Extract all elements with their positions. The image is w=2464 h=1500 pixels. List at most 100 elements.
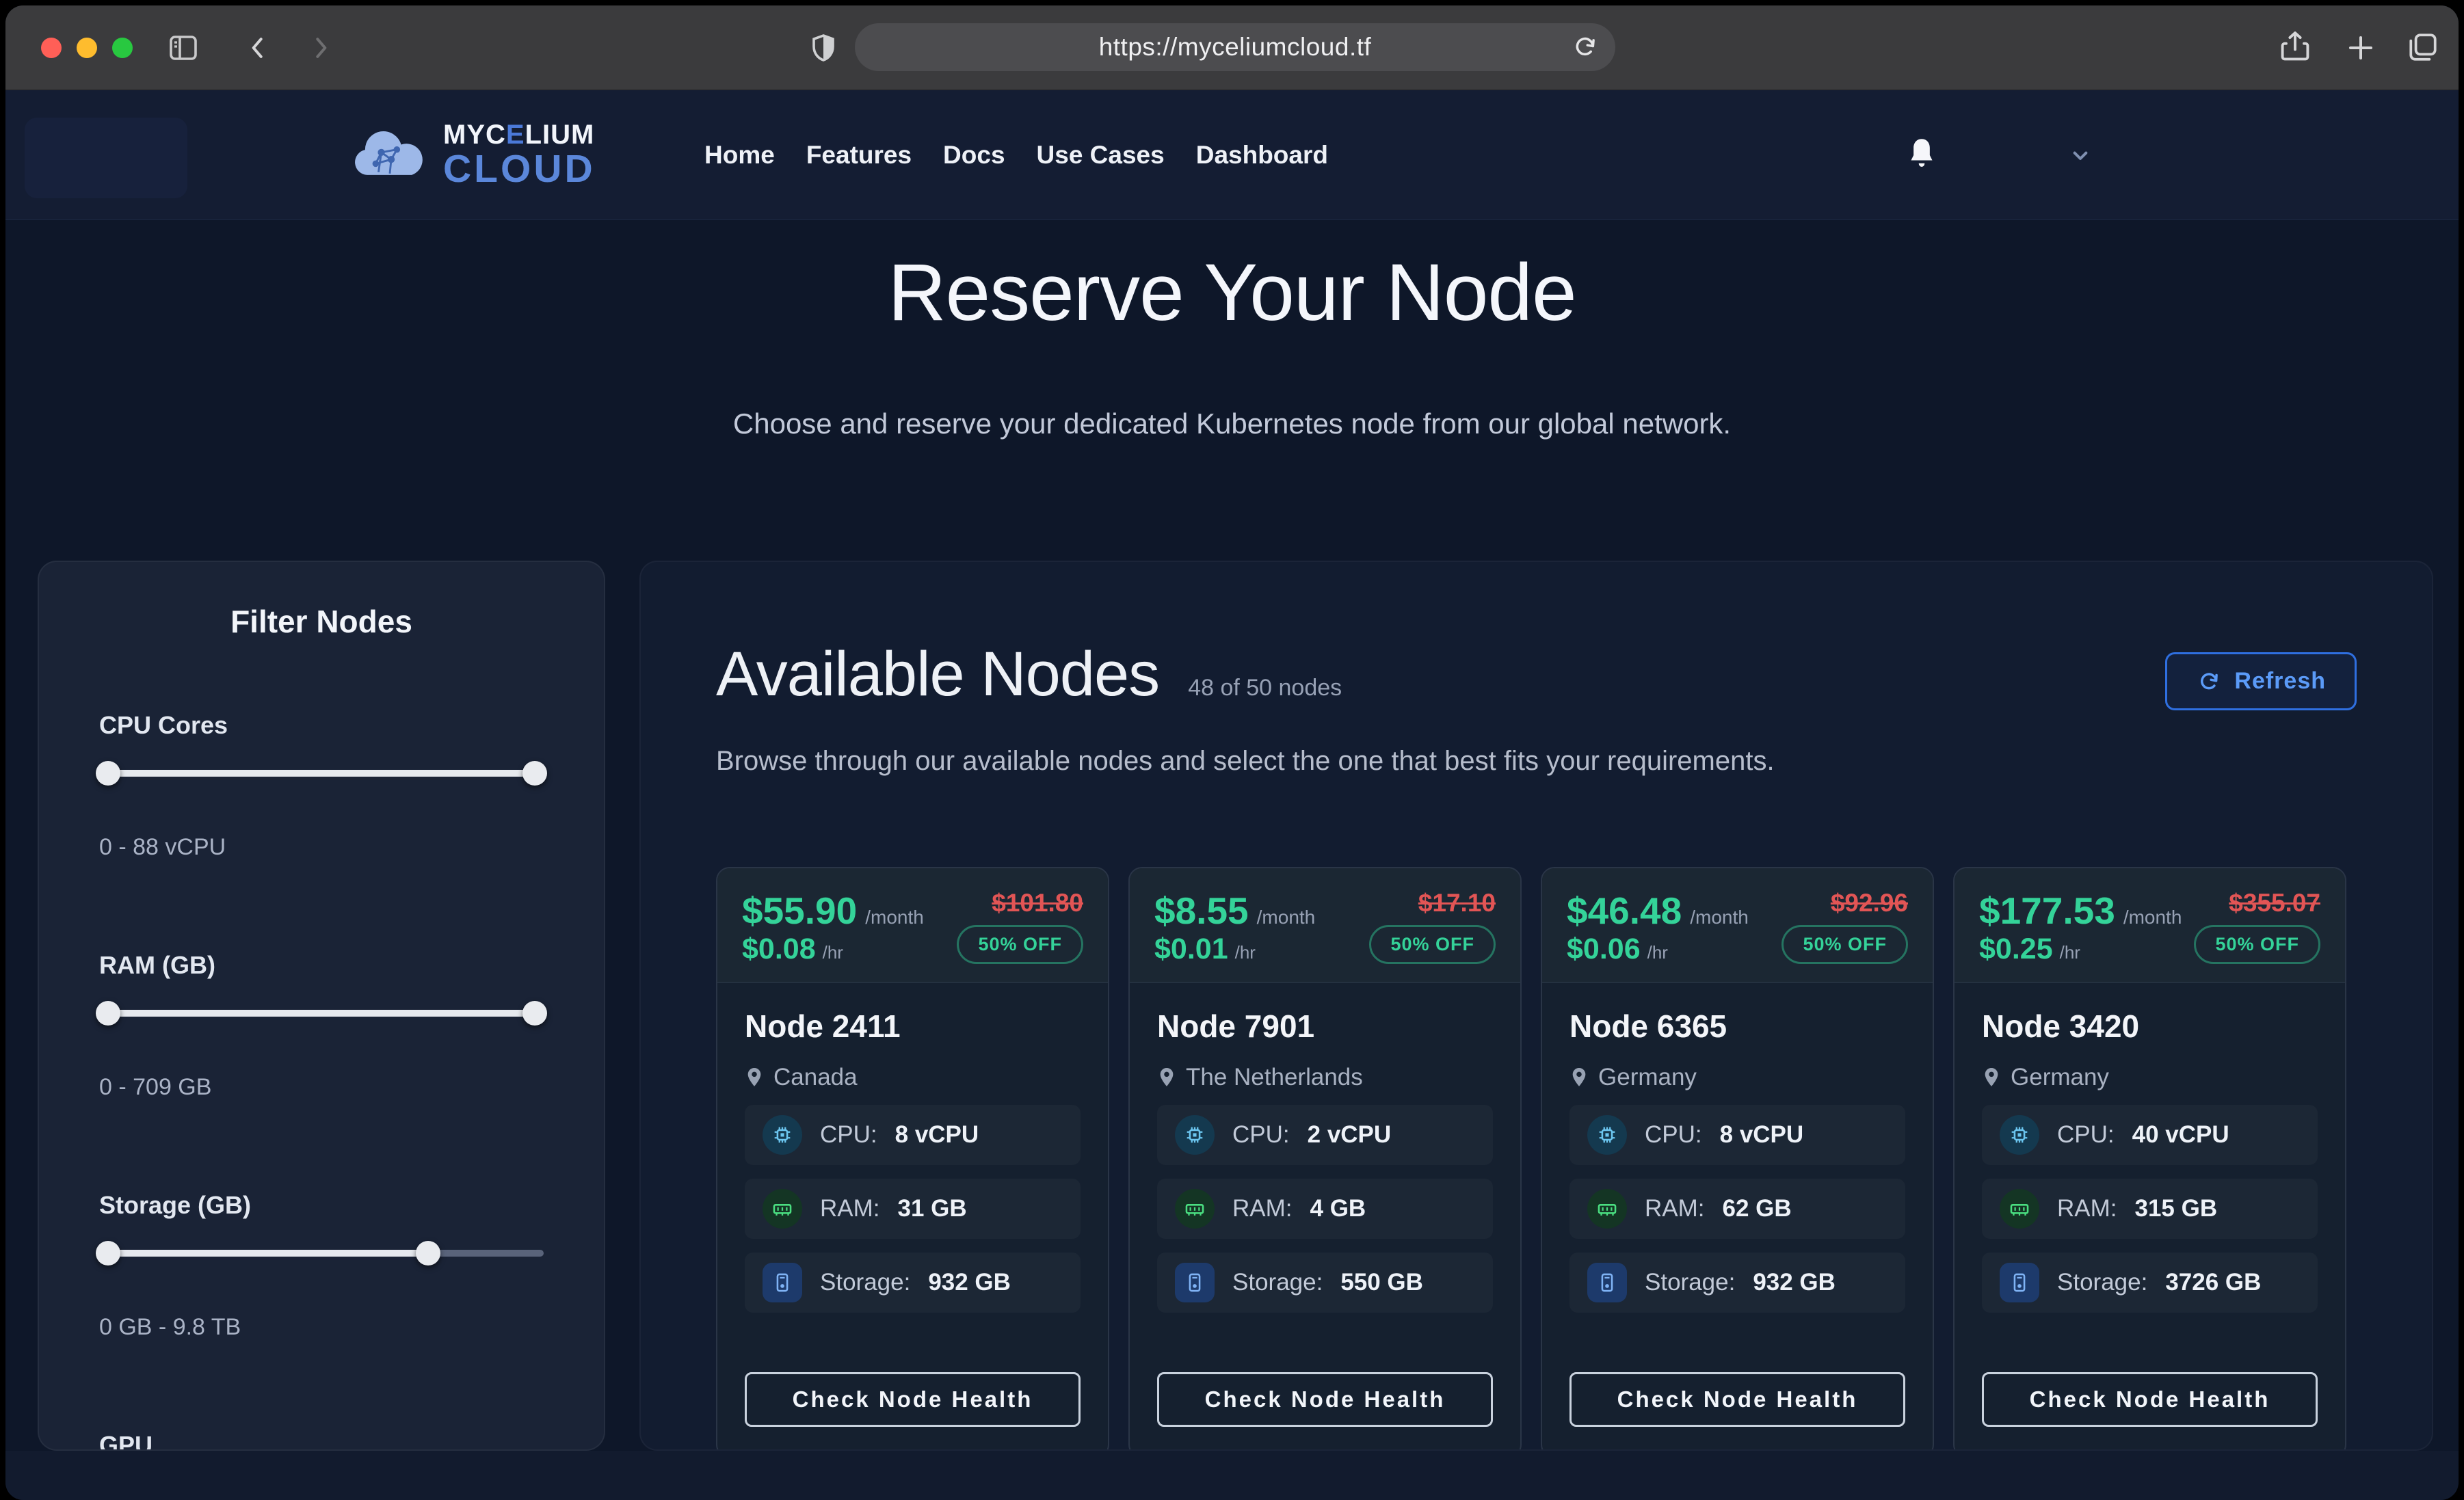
cpu-slider-max-handle[interactable] xyxy=(522,761,547,786)
page-bottom-strip xyxy=(5,1451,2459,1500)
available-nodes-title: Available Nodes xyxy=(716,639,1159,710)
ram-spec-row: RAM: 4 GB xyxy=(1157,1179,1493,1239)
share-icon[interactable] xyxy=(2277,29,2313,64)
back-button-icon[interactable] xyxy=(243,33,274,63)
close-window-button[interactable] xyxy=(41,38,62,58)
ram-spec-row: RAM: 31 GB xyxy=(745,1179,1081,1239)
discount-badge: 50% OFF xyxy=(2194,925,2320,964)
ram-value: 315 GB xyxy=(2135,1195,2218,1222)
cpu-icon xyxy=(1587,1115,1627,1155)
new-tab-icon[interactable] xyxy=(2344,31,2377,64)
slider-active-track xyxy=(99,1010,544,1017)
account-dropdown-chevron-icon[interactable] xyxy=(2067,142,2094,169)
check-node-health-button[interactable]: Check Node Health xyxy=(1569,1372,1905,1427)
gpu-label: GPU xyxy=(99,1431,544,1451)
ram-slider[interactable] xyxy=(99,1000,544,1026)
storage-icon xyxy=(1587,1263,1627,1302)
card-pricing-header: $8.55/month $0.01/hr $17.10 50% OFF xyxy=(1130,868,1520,983)
location-pin-icon xyxy=(1982,1066,2001,1089)
nav-link-docs[interactable]: Docs xyxy=(943,141,1005,170)
node-name: Node 3420 xyxy=(1982,1008,2318,1045)
location-pin-icon xyxy=(1157,1066,1176,1089)
cpu-cores-slider[interactable] xyxy=(99,760,544,786)
check-node-health-button[interactable]: Check Node Health xyxy=(1157,1372,1493,1427)
discount-badge: 50% OFF xyxy=(957,925,1083,964)
node-cards-row: $55.90/month $0.08/hr $101.80 50% OFF No… xyxy=(716,867,2357,1451)
storage-icon xyxy=(763,1263,802,1302)
nav-link-use-cases[interactable]: Use Cases xyxy=(1037,141,1165,170)
reload-icon[interactable] xyxy=(1570,32,1600,62)
storage-spec-row: Storage: 932 GB xyxy=(1569,1253,1905,1313)
available-nodes-subtitle: Browse through our available nodes and s… xyxy=(716,746,2357,777)
tab-overview-icon[interactable] xyxy=(2406,30,2440,64)
storage-slider[interactable] xyxy=(99,1240,544,1266)
cpu-range-text: 0 - 88 vCPU xyxy=(99,834,544,861)
browser-window: https://myceliumcloud.tf xyxy=(5,5,2459,1500)
check-node-health-button[interactable]: Check Node Health xyxy=(1982,1372,2318,1427)
refresh-button[interactable]: Refresh xyxy=(2165,652,2357,710)
ram-icon xyxy=(1587,1189,1627,1229)
ram-slider-max-handle[interactable] xyxy=(522,1001,547,1026)
notifications-bell-icon[interactable] xyxy=(1904,136,1939,174)
cpu-icon xyxy=(763,1115,802,1155)
brand-wordmark: MYCELIUM CLOUD xyxy=(443,121,596,189)
cpu-cores-label: CPU Cores xyxy=(99,711,544,740)
address-bar[interactable]: https://myceliumcloud.tf xyxy=(855,23,1615,71)
minimize-window-button[interactable] xyxy=(77,38,97,58)
card-pricing-header: $46.48/month $0.06/hr $92.96 50% OFF xyxy=(1542,868,1933,983)
storage-range-text: 0 GB - 9.8 TB xyxy=(99,1314,544,1341)
browser-chrome: https://myceliumcloud.tf xyxy=(5,5,2459,90)
brand-logo[interactable]: MYCELIUM CLOUD xyxy=(347,121,596,189)
check-node-health-button[interactable]: Check Node Health xyxy=(745,1372,1081,1427)
cpu-value: 2 vCPU xyxy=(1308,1121,1392,1149)
zoom-window-button[interactable] xyxy=(112,38,133,58)
cpu-value: 8 vCPU xyxy=(1720,1121,1804,1149)
monthly-price: $8.55 xyxy=(1154,889,1249,932)
storage-spec-row: Storage: 3726 GB xyxy=(1982,1253,2318,1313)
storage-spec-row: Storage: 550 GB xyxy=(1157,1253,1493,1313)
node-card[interactable]: $177.53/month $0.25/hr $355.07 50% OFF N… xyxy=(1953,867,2346,1451)
original-price: $355.07 xyxy=(2229,889,2320,918)
location-pin-icon xyxy=(745,1066,764,1089)
node-card[interactable]: $8.55/month $0.01/hr $17.10 50% OFF Node… xyxy=(1128,867,1522,1451)
sidebar-toggle-icon[interactable] xyxy=(167,31,200,64)
card-pricing-header: $177.53/month $0.25/hr $355.07 50% OFF xyxy=(1955,868,2345,983)
storage-slider-max-handle[interactable] xyxy=(416,1241,440,1265)
url-text: https://myceliumcloud.tf xyxy=(1099,33,1372,62)
storage-icon xyxy=(1175,1263,1215,1302)
storage-spec-row: Storage: 932 GB xyxy=(745,1253,1081,1313)
page-subtitle: Choose and reserve your dedicated Kubern… xyxy=(5,407,2459,440)
node-location: The Netherlands xyxy=(1186,1064,1363,1091)
node-location: Canada xyxy=(773,1064,858,1091)
nav-link-features[interactable]: Features xyxy=(806,141,912,170)
nav-links: Home Features Docs Use Cases Dashboard xyxy=(704,90,1328,219)
discount-badge: 50% OFF xyxy=(1781,925,1908,964)
ram-icon xyxy=(2000,1189,2039,1229)
ram-range-text: 0 - 709 GB xyxy=(99,1074,544,1101)
privacy-shield-icon[interactable] xyxy=(807,31,840,64)
node-card[interactable]: $55.90/month $0.08/hr $101.80 50% OFF No… xyxy=(716,867,1109,1451)
storage-value: 3726 GB xyxy=(2165,1269,2261,1296)
ram-value: 62 GB xyxy=(1723,1195,1792,1222)
ram-slider-min-handle[interactable] xyxy=(96,1001,120,1026)
nav-placeholder-box xyxy=(25,118,187,198)
hourly-price: $0.01 xyxy=(1154,933,1228,965)
node-card[interactable]: $46.48/month $0.06/hr $92.96 50% OFF Nod… xyxy=(1541,867,1934,1451)
storage-slider-min-handle[interactable] xyxy=(96,1241,120,1265)
ram-label: RAM (GB) xyxy=(99,951,544,980)
forward-button-icon[interactable] xyxy=(305,33,335,63)
cpu-icon xyxy=(2000,1115,2039,1155)
ram-value: 31 GB xyxy=(898,1195,967,1222)
filter-panel: Filter Nodes CPU Cores 0 - 88 vCPU RAM (… xyxy=(38,561,605,1451)
nav-link-home[interactable]: Home xyxy=(704,141,775,170)
monthly-price: $177.53 xyxy=(1979,889,2115,932)
hourly-price: $0.08 xyxy=(742,933,816,965)
discount-badge: 50% OFF xyxy=(1369,925,1496,964)
node-location: Germany xyxy=(1598,1064,1697,1091)
node-location: Germany xyxy=(2011,1064,2109,1091)
nav-link-dashboard[interactable]: Dashboard xyxy=(1196,141,1328,170)
node-name: Node 2411 xyxy=(745,1008,1081,1045)
cpu-spec-row: CPU: 8 vCPU xyxy=(1569,1105,1905,1165)
cpu-slider-min-handle[interactable] xyxy=(96,761,120,786)
original-price: $101.80 xyxy=(992,889,1083,918)
